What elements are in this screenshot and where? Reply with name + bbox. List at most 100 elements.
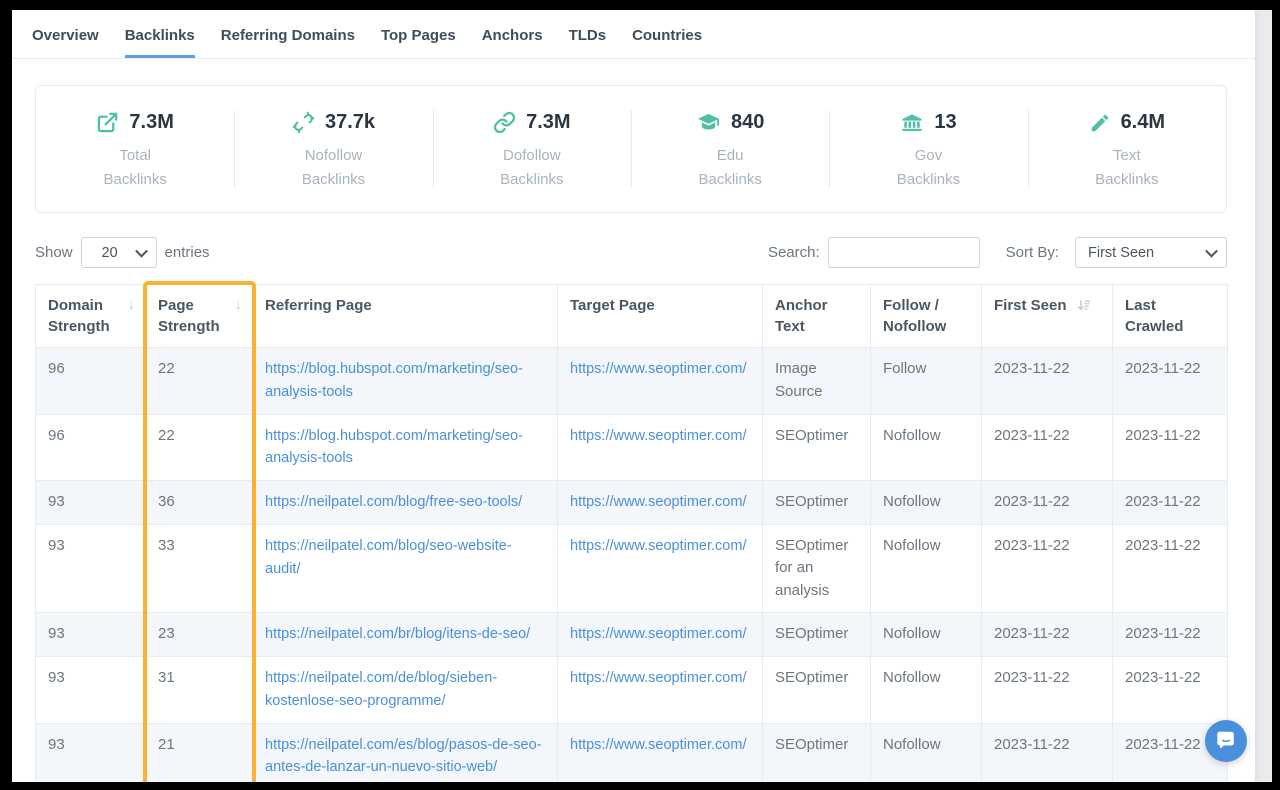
tab-backlinks[interactable]: Backlinks: [125, 27, 195, 58]
tab-countries[interactable]: Countries: [632, 27, 702, 58]
target-page-cell: https://www.seoptimer.com/: [558, 348, 763, 415]
tab-top-pages[interactable]: Top Pages: [381, 27, 456, 58]
column-header-page-strength[interactable]: Page Strength ↓: [146, 285, 253, 348]
target-page-link[interactable]: https://www.seoptimer.com/: [570, 538, 746, 554]
table-row: 93 21 https://neilpatel.com/es/blog/paso…: [36, 723, 1228, 782]
domain-strength-cell: 93: [36, 657, 146, 724]
first-seen-cell: 2023-11-22: [982, 657, 1113, 724]
backlink-stats-panel: 7.3M TotalBacklinks 37.7k Nofol: [35, 85, 1227, 213]
referring-page-link[interactable]: https://neilpatel.com/blog/seo-website-a…: [265, 538, 512, 577]
page-strength-cell: 31: [146, 657, 253, 724]
referring-page-link[interactable]: https://neilpatel.com/br/blog/itens-de-s…: [265, 626, 530, 642]
follow-cell: Nofollow: [871, 657, 982, 724]
domain-strength-cell: 96: [36, 348, 146, 415]
stat-label: NofollowBacklinks: [302, 144, 365, 191]
referring-page-link[interactable]: https://blog.hubspot.com/marketing/seo-a…: [265, 361, 523, 400]
target-page-cell: https://www.seoptimer.com/: [558, 723, 763, 782]
domain-strength-cell: 93: [36, 524, 146, 613]
target-page-link[interactable]: https://www.seoptimer.com/: [570, 428, 746, 444]
sort-amount-icon[interactable]: [1077, 299, 1091, 316]
page-strength-cell: 21: [146, 723, 253, 782]
referring-page-cell: https://neilpatel.com/es/blog/pasos-de-s…: [253, 723, 558, 782]
sort-arrow-down-icon[interactable]: ↓: [128, 294, 136, 315]
stat-value: 7.3M: [526, 111, 570, 134]
last-crawled-cell: 2023-11-22: [1113, 524, 1228, 613]
target-page-link[interactable]: https://www.seoptimer.com/: [570, 361, 746, 377]
domain-strength-cell: 93: [36, 723, 146, 782]
page-strength-cell: 22: [146, 348, 253, 415]
referring-page-link[interactable]: https://neilpatel.com/de/blog/sieben-kos…: [265, 670, 497, 709]
column-header-last-crawled[interactable]: Last Crawled: [1113, 285, 1228, 348]
domain-strength-cell: 93: [36, 481, 146, 525]
follow-cell: Nofollow: [871, 481, 982, 525]
chat-launcher-button[interactable]: [1205, 720, 1247, 762]
sort-arrow-down-icon[interactable]: ↓: [235, 294, 243, 315]
anchor-text-cell: SEOptimer: [763, 481, 871, 525]
referring-page-cell: https://neilpatel.com/blog/seo-website-a…: [253, 524, 558, 613]
external-link-icon: [96, 111, 119, 134]
target-page-link[interactable]: https://www.seoptimer.com/: [570, 626, 746, 642]
tab-referring-domains[interactable]: Referring Domains: [221, 27, 355, 58]
column-header-first-seen[interactable]: First Seen: [982, 285, 1113, 348]
tab-anchors[interactable]: Anchors: [482, 27, 543, 58]
anchor-text-cell: Image Source: [763, 348, 871, 415]
first-seen-cell: 2023-11-22: [982, 481, 1113, 525]
column-header-follow-nofollow[interactable]: Follow / Nofollow: [871, 285, 982, 348]
stat-nofollow-backlinks: 37.7k NofollowBacklinks: [234, 86, 432, 212]
column-header-anchor-text[interactable]: Anchor Text: [763, 285, 871, 348]
first-seen-cell: 2023-11-22: [982, 348, 1113, 415]
last-crawled-cell: 2023-11-22: [1113, 348, 1228, 415]
anchor-text-cell: SEOptimer for an analysis: [763, 524, 871, 613]
table-row: 93 31 https://neilpatel.com/de/blog/sieb…: [36, 657, 1228, 724]
stat-label: TotalBacklinks: [103, 144, 166, 191]
stat-total-backlinks: 7.3M TotalBacklinks: [36, 86, 234, 212]
target-page-link[interactable]: https://www.seoptimer.com/: [570, 494, 746, 510]
anchor-text-cell: SEOptimer: [763, 613, 871, 657]
referring-page-link[interactable]: https://neilpatel.com/blog/free-seo-tool…: [265, 494, 522, 510]
show-label: Show: [35, 244, 73, 261]
anchor-text-cell: SEOptimer: [763, 723, 871, 782]
chat-bubble-icon: [1215, 729, 1237, 754]
target-page-cell: https://www.seoptimer.com/: [558, 524, 763, 613]
link-icon: [493, 111, 516, 134]
tab-tlds[interactable]: TLDs: [569, 27, 607, 58]
last-crawled-cell: 2023-11-22: [1113, 481, 1228, 525]
first-seen-cell: 2023-11-22: [982, 723, 1113, 782]
follow-cell: Nofollow: [871, 414, 982, 481]
search-input[interactable]: [828, 237, 980, 268]
referring-page-cell: https://blog.hubspot.com/marketing/seo-a…: [253, 348, 558, 415]
tab-overview[interactable]: Overview: [32, 27, 99, 58]
referring-page-cell: https://blog.hubspot.com/marketing/seo-a…: [253, 414, 558, 481]
stat-value: 13: [934, 111, 956, 134]
target-page-link[interactable]: https://www.seoptimer.com/: [570, 670, 746, 686]
entries-select[interactable]: 20: [81, 237, 157, 268]
report-panel: Overview Backlinks Referring Domains Top…: [12, 10, 1255, 782]
stat-value: 7.3M: [129, 111, 173, 134]
page-strength-cell: 33: [146, 524, 253, 613]
sort-by-select[interactable]: First Seen: [1075, 237, 1227, 268]
table-row: 96 22 https://blog.hubspot.com/marketing…: [36, 414, 1228, 481]
table-header-row: Domain Strength ↓ Page Strength ↓ Referr…: [36, 285, 1228, 348]
follow-cell: Follow: [871, 348, 982, 415]
target-page-cell: https://www.seoptimer.com/: [558, 414, 763, 481]
table-controls: Show 20 entries Search: Sort By: First S…: [35, 237, 1227, 268]
table-container: Domain Strength ↓ Page Strength ↓ Referr…: [35, 284, 1232, 782]
entries-label: entries: [165, 244, 210, 261]
stat-value: 6.4M: [1121, 111, 1165, 134]
referring-page-cell: https://neilpatel.com/br/blog/itens-de-s…: [253, 613, 558, 657]
target-page-link[interactable]: https://www.seoptimer.com/: [570, 737, 746, 753]
follow-cell: Nofollow: [871, 723, 982, 782]
search-label: Search:: [768, 244, 820, 261]
referring-page-link[interactable]: https://neilpatel.com/es/blog/pasos-de-s…: [265, 737, 541, 776]
column-header-target-page[interactable]: Target Page: [558, 285, 763, 348]
column-header-referring-page[interactable]: Referring Page: [253, 285, 558, 348]
stat-value: 37.7k: [325, 111, 375, 134]
referring-page-link[interactable]: https://blog.hubspot.com/marketing/seo-a…: [265, 428, 523, 467]
referring-page-cell: https://neilpatel.com/blog/free-seo-tool…: [253, 481, 558, 525]
bank-icon: [900, 111, 924, 134]
anchor-text-cell: SEOptimer: [763, 657, 871, 724]
follow-cell: Nofollow: [871, 524, 982, 613]
pencil-icon: [1089, 112, 1111, 134]
target-page-cell: https://www.seoptimer.com/: [558, 613, 763, 657]
column-header-domain-strength[interactable]: Domain Strength ↓: [36, 285, 146, 348]
